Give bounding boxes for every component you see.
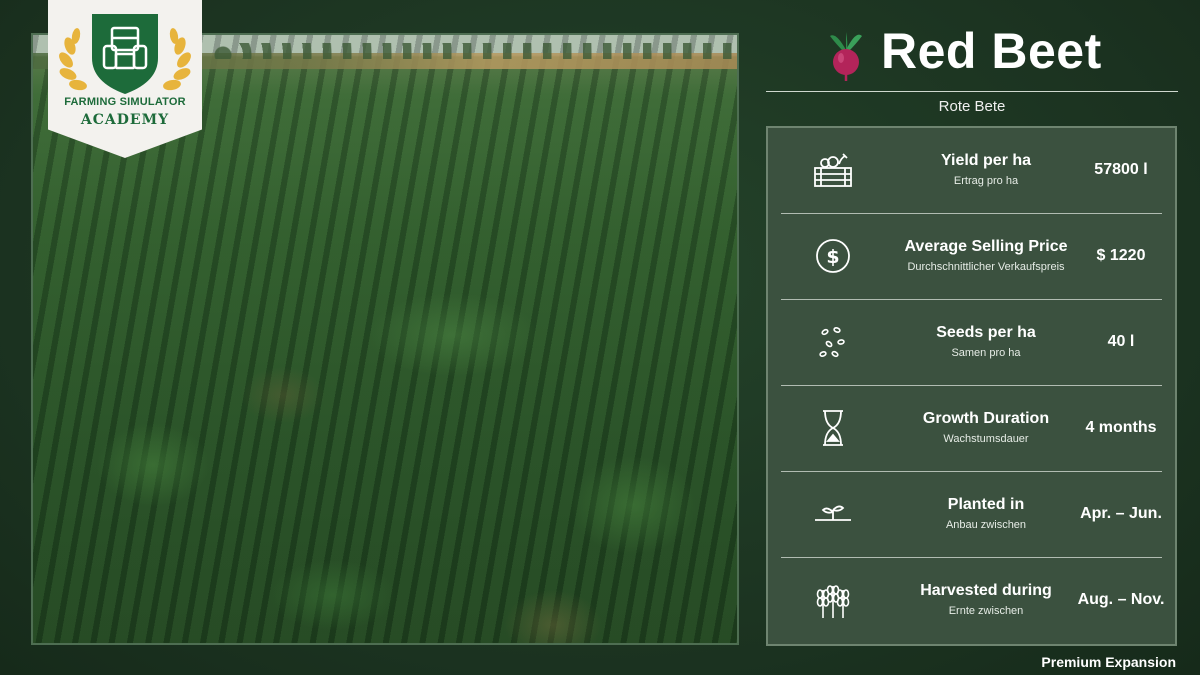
row-label: Harvested during <box>920 582 1052 599</box>
row-value: 4 months <box>1085 419 1157 436</box>
title-divider <box>766 91 1178 92</box>
dollar-coin-icon: $ <box>816 239 850 273</box>
info-row-harvested: Harvested during Ernte zwischen Aug. – N… <box>781 558 1164 644</box>
row-value: 57800 l <box>1094 161 1148 178</box>
info-row-growth-duration: Growth Duration Wachstumsdauer 4 months <box>781 386 1162 472</box>
crate-icon <box>814 153 852 187</box>
row-value: Apr. – Jun. <box>1080 505 1162 522</box>
academy-badge: FARMING SIMULATOR ACADEMY <box>48 0 202 158</box>
badge-line-2: ACADEMY <box>80 112 170 128</box>
info-row-yield: Yield per ha Ertrag pro ha 57800 l <box>781 128 1162 214</box>
row-label: Planted in <box>947 496 1025 513</box>
row-sublabel: Ertrag pro ha <box>953 175 1019 187</box>
info-row-seeds: Seeds per ha Samen pro ha 40 l <box>781 300 1162 386</box>
premium-expansion-label: Premium Expansion <box>1041 654 1176 670</box>
row-sublabel: Durchschnittlicher Verkaufspreis <box>907 261 1065 273</box>
crop-title-area: Red Beet <box>766 18 1178 90</box>
hourglass-icon <box>823 410 843 446</box>
row-value: 40 l <box>1107 333 1135 350</box>
tractor-shield-logo-icon <box>59 14 191 94</box>
row-sublabel: Samen pro ha <box>951 347 1021 359</box>
page-title: Red Beet <box>881 23 1102 79</box>
sprout-icon <box>815 505 851 521</box>
info-row-planted: Planted in Anbau zwischen Apr. – Jun. <box>781 472 1162 558</box>
crop-info-panel: Yield per ha Ertrag pro ha 57800 l $ Ave… <box>766 126 1177 646</box>
row-sublabel: Ernte zwischen <box>948 605 1024 617</box>
badge-line-1: FARMING SIMULATOR <box>64 96 186 108</box>
wheat-icon <box>816 585 850 618</box>
row-label: Growth Duration <box>922 410 1050 427</box>
treeline <box>213 43 733 59</box>
red-beet-icon <box>830 32 862 81</box>
svg-text:$: $ <box>826 246 839 268</box>
row-sublabel: Anbau zwischen <box>945 519 1027 531</box>
row-label: Yield per ha <box>940 152 1032 169</box>
row-value: $ 1220 <box>1096 247 1146 264</box>
row-label: Average Selling Price <box>904 238 1068 255</box>
info-row-selling-price: $ Average Selling Price Durchschnittlich… <box>781 214 1162 300</box>
seeds-icon <box>819 327 845 358</box>
page-subtitle: Rote Bete <box>938 98 1006 115</box>
row-sublabel: Wachstumsdauer <box>943 433 1029 445</box>
row-label: Seeds per ha <box>936 324 1036 341</box>
row-value: Aug. – Nov. <box>1077 591 1165 608</box>
